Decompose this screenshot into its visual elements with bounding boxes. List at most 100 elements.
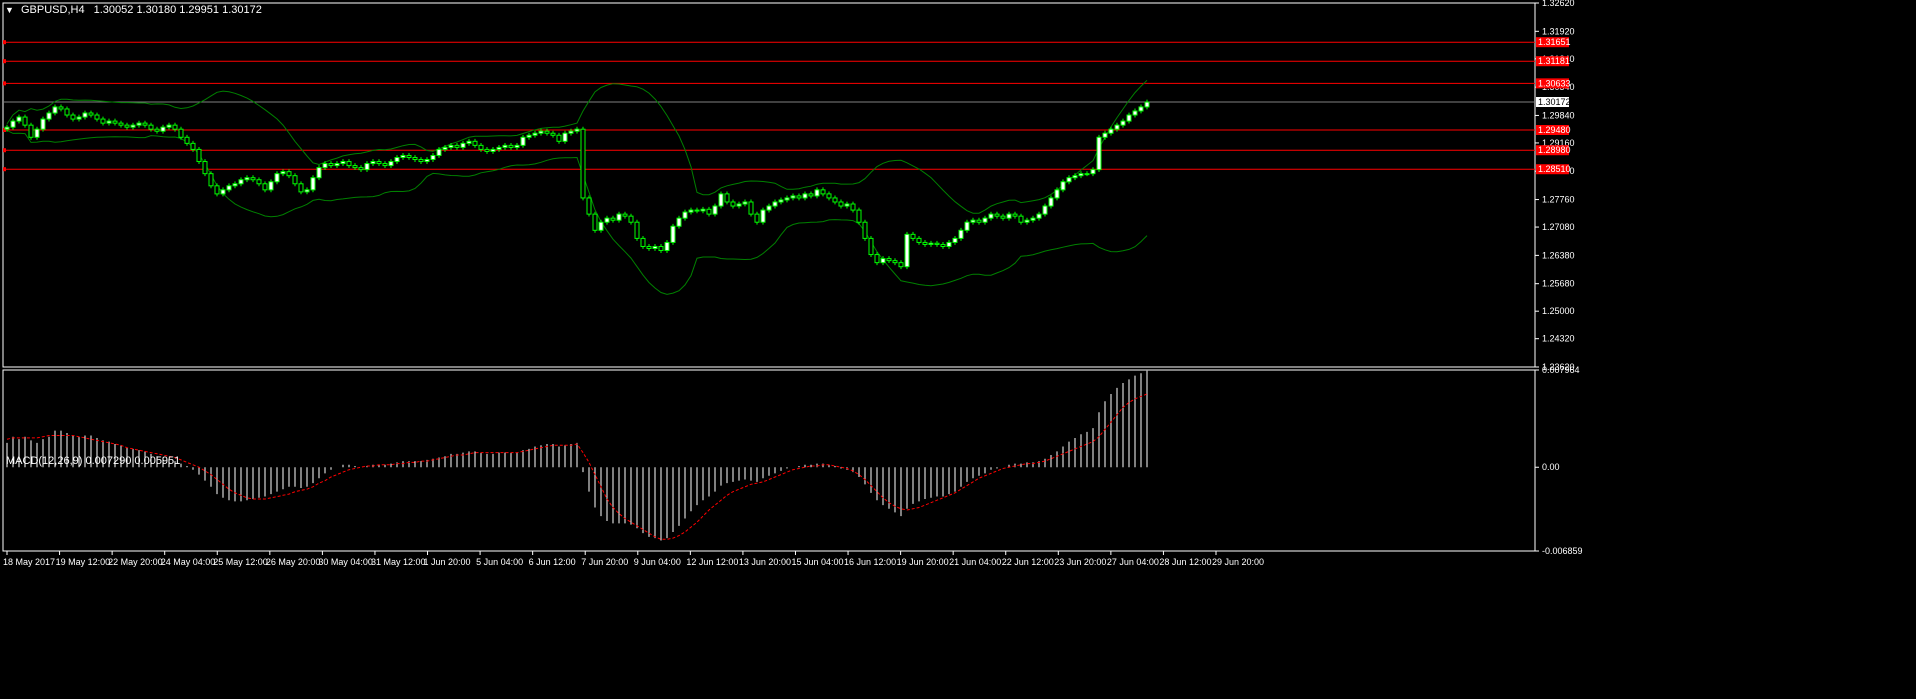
candle-body (502, 144, 508, 148)
price-axis-label: 1.25000 (1542, 306, 1575, 316)
chart-window[interactable]: 1.326201.319201.312401.305401.298401.291… (0, 0, 1916, 694)
candle-body (550, 132, 556, 136)
candle-body (208, 173, 214, 187)
candle-body (256, 179, 262, 185)
candle-body (826, 193, 832, 199)
price-chart-header[interactable]: ▼ GBPUSD,H4 1.30052 1.30180 1.29951 1.30… (5, 4, 262, 16)
candle-body (562, 132, 568, 142)
candle-body (454, 144, 460, 148)
candle-body (448, 144, 454, 148)
candle-body (592, 213, 598, 231)
candle-body (868, 237, 874, 256)
candle-body (934, 242, 940, 245)
candle-body (808, 193, 814, 197)
candle-body (508, 144, 514, 148)
candle-body (1114, 124, 1120, 130)
candle-body (886, 258, 892, 262)
candle-body (820, 189, 826, 195)
candle-body (976, 219, 982, 223)
candle-body (424, 159, 430, 163)
candle-body (94, 114, 100, 120)
candle-body (856, 209, 862, 223)
candle-body (616, 213, 622, 221)
candle-body (154, 128, 160, 132)
price-axis-label: 1.29840 (1542, 110, 1575, 120)
price-level-label: 1.28980 (1538, 145, 1571, 155)
time-axis-label: 23 Jun 20:00 (1054, 557, 1106, 567)
candle-body (1072, 175, 1078, 179)
candle-body (322, 163, 328, 169)
price-axis-label: 1.25680 (1542, 279, 1575, 289)
candle-body (1102, 132, 1108, 138)
candle-body (898, 262, 904, 268)
candle-body (124, 124, 130, 128)
candle-body (730, 201, 736, 207)
candle-body (736, 203, 742, 207)
candle-body (82, 112, 88, 118)
candle-body (490, 148, 496, 152)
candle-body (184, 136, 190, 144)
candle-body (118, 122, 124, 126)
candle-body (622, 213, 628, 217)
candle-body (34, 128, 40, 138)
time-axis-label: 5 Jun 04:00 (476, 557, 523, 567)
candle-body (970, 219, 976, 223)
time-axis-label: 21 Jun 04:00 (949, 557, 1001, 567)
current-price-label: 1.30172 (1538, 97, 1571, 107)
candle-body (382, 163, 388, 167)
price-level-label: 1.30633 (1538, 78, 1571, 88)
candle-body (514, 144, 520, 148)
candle-body (190, 142, 196, 150)
candle-body (658, 245, 664, 252)
candle-body (532, 132, 538, 136)
candle-body (664, 241, 670, 252)
candle-body (766, 205, 772, 211)
price-level-label: 1.28510 (1538, 164, 1571, 174)
candle-body (22, 116, 28, 126)
candle-body (892, 260, 898, 264)
candle-body (52, 106, 58, 114)
price-level-marker (3, 81, 6, 86)
candle-body (1042, 205, 1048, 215)
time-axis-label: 28 Jun 12:00 (1159, 557, 1211, 567)
candle-body (682, 211, 688, 219)
candle-body (1054, 189, 1060, 199)
candle-body (1006, 213, 1012, 219)
candle-body (862, 221, 868, 239)
time-axis-label: 19 May 12:00 (56, 557, 111, 567)
candle-body (1096, 136, 1102, 171)
candle-body (298, 183, 304, 193)
candle-body (694, 209, 700, 212)
price-level-marker (3, 59, 6, 64)
time-axis-label: 24 May 04:00 (161, 557, 216, 567)
candle-body (1090, 169, 1096, 175)
candle-body (1048, 197, 1054, 207)
candle-body (1060, 181, 1066, 191)
candle-body (196, 148, 202, 163)
chart-menu-triangle-icon[interactable]: ▼ (5, 5, 14, 15)
candle-body (706, 208, 712, 215)
candle-body (142, 122, 148, 126)
candle-body (130, 124, 136, 128)
candle-body (700, 208, 706, 212)
candle-body (136, 122, 142, 126)
candle-body (742, 201, 748, 205)
candle-body (640, 237, 646, 247)
chart-canvas[interactable]: 1.326201.319201.312401.305401.298401.291… (0, 0, 1916, 694)
candle-body (940, 243, 946, 247)
candle-body (334, 163, 340, 167)
candle-body (1078, 173, 1084, 177)
time-axis-label: 22 May 20:00 (108, 557, 163, 567)
candle-body (478, 144, 484, 150)
candle-body (370, 161, 376, 165)
candle-body (166, 124, 172, 128)
candle-body (442, 146, 448, 150)
candle-body (274, 173, 280, 183)
candle-body (910, 233, 916, 239)
candle-body (364, 163, 370, 171)
time-axis-label: 27 Jun 04:00 (1107, 557, 1159, 567)
candle-body (958, 229, 964, 239)
symbol-title: GBPUSD,H4 (20, 4, 85, 16)
candle-body (40, 118, 46, 130)
candle-body (388, 161, 394, 167)
